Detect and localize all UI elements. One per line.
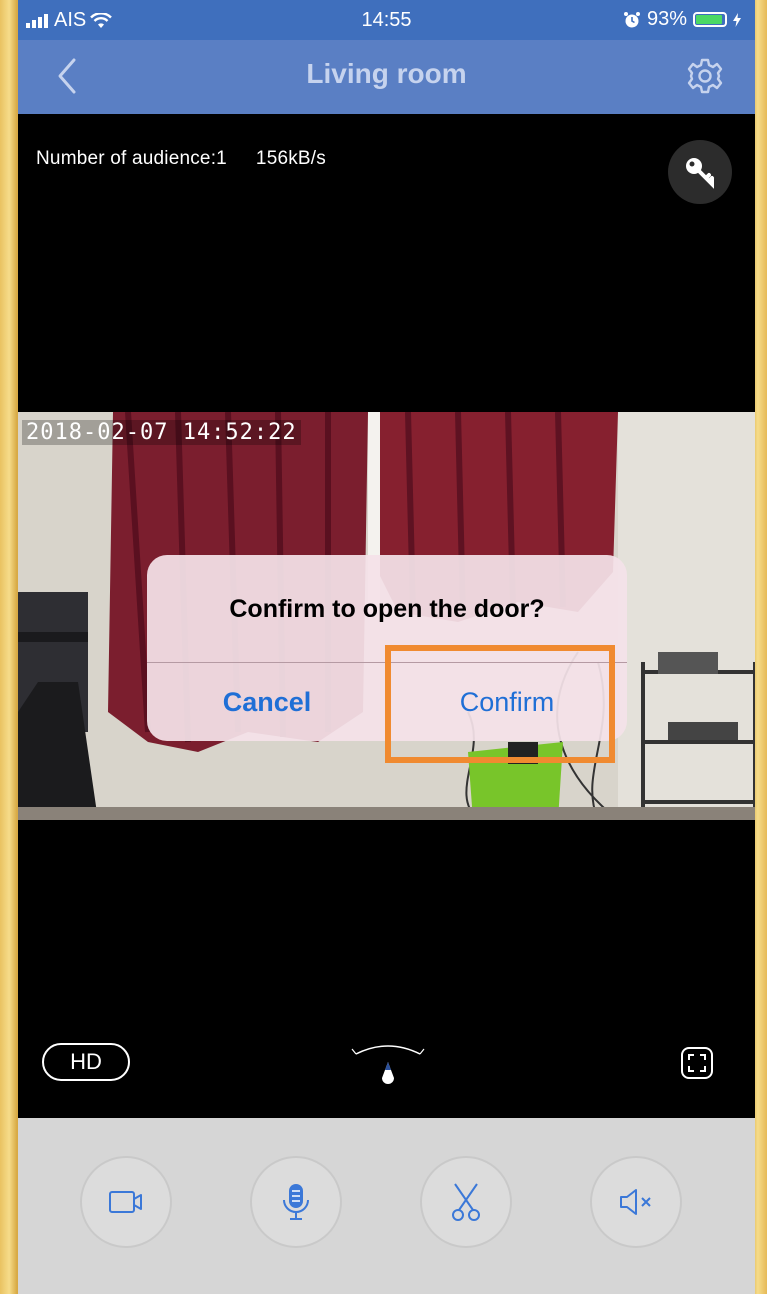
charging-icon [733,12,741,27]
hd-quality-button[interactable]: HD [42,1043,130,1081]
confirm-button[interactable]: Confirm [387,663,627,741]
ptz-direction-indicator[interactable] [348,1040,428,1090]
video-camera-icon [109,1191,142,1213]
record-video-button[interactable] [80,1156,172,1248]
alarm-icon [623,11,640,27]
bottom-toolbar [18,1118,755,1294]
battery-icon [693,12,727,27]
scissors-icon [452,1183,480,1221]
page-title: Living room [306,58,467,89]
key-icon [686,158,714,189]
fullscreen-icon[interactable] [680,1046,714,1080]
bitrate-label: 156kB/s [255,148,326,169]
battery-percent: 93% [646,8,687,30]
stream-info: Number of audience:1 156kB/s [36,148,326,170]
microphone-icon [283,1184,309,1220]
unlock-door-button[interactable] [668,140,732,204]
status-right: 93% [623,8,741,31]
cancel-button[interactable]: Cancel [147,663,387,741]
dialog-title: Confirm to open the door? [229,595,545,623]
camera-timestamp: 2018-02-07 14:52:22 [22,420,301,445]
audience-count: Number of audience:1 [36,148,227,169]
gear-icon[interactable] [685,56,725,96]
screenshot-button[interactable] [420,1156,512,1248]
status-bar: AIS 14:55 93% [18,0,755,40]
phone-screen: AIS 14:55 93% Living room Number of audi… [18,0,755,1294]
speaker-muted-icon [620,1189,651,1215]
battery-fill [696,15,722,24]
mute-speaker-button[interactable] [590,1156,682,1248]
confirm-dialog: Confirm to open the door? Cancel Confirm [147,555,627,741]
microphone-button[interactable] [250,1156,342,1248]
nav-bar: Living room [18,40,755,114]
